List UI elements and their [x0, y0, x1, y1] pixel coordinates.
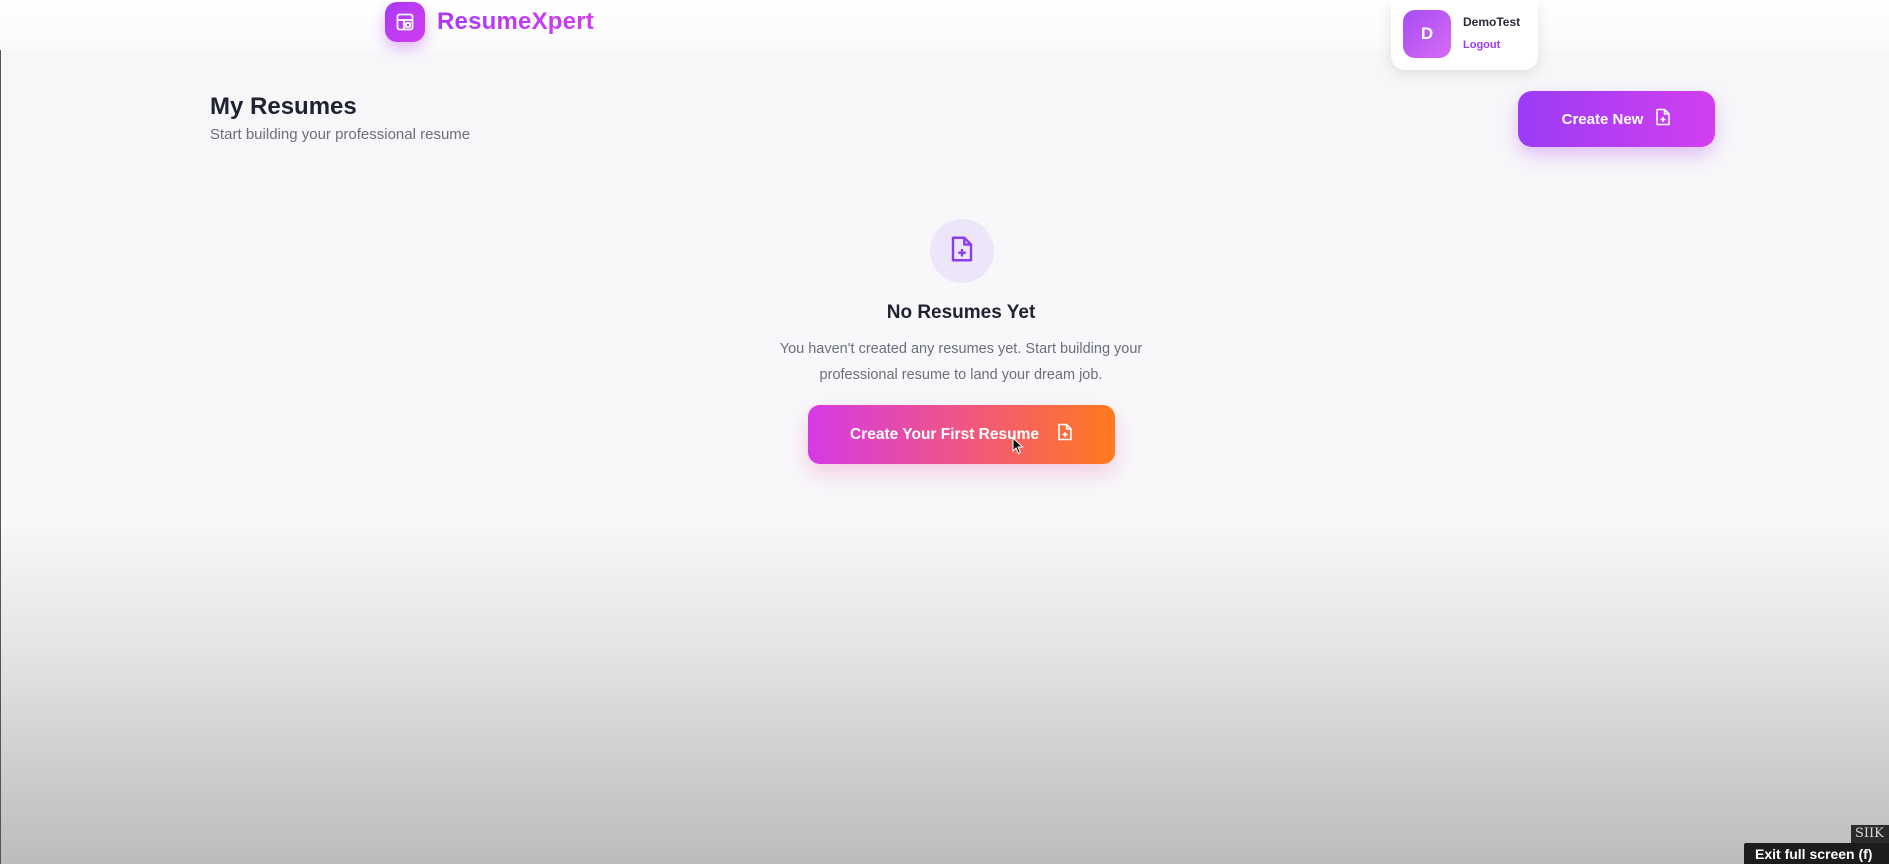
empty-state-line-2: professional resume to land your dream j… [819, 367, 1103, 383]
user-name: DemoTest [1463, 15, 1521, 29]
empty-state-title: No Resumes Yet [886, 302, 1036, 323]
brand-name: ResumeXpert [437, 8, 594, 35]
empty-state-message: You haven't created any resumes yet. Sta… [741, 336, 1181, 388]
window-edge [0, 0, 1, 864]
file-plus-icon [1057, 423, 1073, 446]
logout-link[interactable]: Logout [1463, 39, 1500, 51]
empty-state-icon [930, 219, 994, 283]
page-title: My Resumes [210, 93, 357, 120]
create-new-label: Create New [1561, 110, 1644, 128]
user-menu: D DemoTest Logout [1391, 0, 1538, 70]
create-first-resume-button[interactable]: Create Your First Resume [808, 405, 1115, 464]
top-header [0, 0, 1889, 50]
layout-template-icon [385, 2, 425, 42]
corner-thumbnail: SIIK [1851, 825, 1889, 843]
page-subtitle: Start building your professional resume [210, 126, 471, 143]
file-plus-icon [1655, 108, 1671, 130]
brand-logo[interactable]: ResumeXpert [385, 2, 594, 42]
mouse-pointer-icon [1012, 436, 1024, 460]
exit-fullscreen-tooltip: Exit full screen (f) [1744, 843, 1889, 864]
file-plus-icon [950, 235, 974, 268]
create-first-resume-label: Create Your First Resume [850, 425, 1039, 443]
empty-state-line-1: You haven't created any resumes yet. Sta… [779, 341, 1143, 357]
avatar[interactable]: D [1403, 10, 1451, 58]
create-new-button[interactable]: Create New [1518, 91, 1715, 147]
